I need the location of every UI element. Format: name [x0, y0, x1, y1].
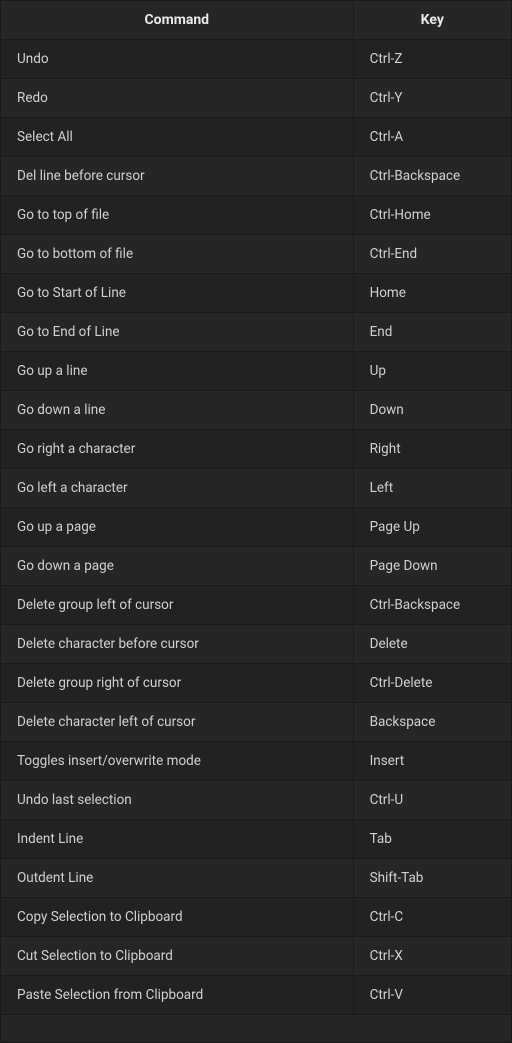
key-cell: Down [353, 391, 511, 430]
key-cell: Page Up [353, 508, 511, 547]
table-header-row: Command Key [1, 1, 512, 40]
command-cell: Indent Line [1, 820, 354, 859]
key-cell: Ctrl-X [353, 937, 511, 976]
table-row: Go down a lineDown [1, 391, 512, 430]
table-row: Go up a lineUp [1, 352, 512, 391]
table-row: Go right a characterRight [1, 430, 512, 469]
table-row: Go up a pagePage Up [1, 508, 512, 547]
table-row: RedoCtrl-Y [1, 79, 512, 118]
command-cell: Select All [1, 118, 354, 157]
command-cell: Go to Start of Line [1, 274, 354, 313]
table-row: Toggles insert/overwrite modeInsert [1, 742, 512, 781]
table-row: Paste Selection from ClipboardCtrl-V [1, 976, 512, 1015]
table-row: Delete group left of cursorCtrl-Backspac… [1, 586, 512, 625]
command-cell: Undo last selection [1, 781, 354, 820]
key-cell: Right [353, 430, 511, 469]
table-row: Delete group right of cursorCtrl-Delete [1, 664, 512, 703]
key-cell: Ctrl-Delete [353, 664, 511, 703]
command-cell: Delete character left of cursor [1, 703, 354, 742]
table-row: Outdent LineShift-Tab [1, 859, 512, 898]
table-row: Copy Selection to ClipboardCtrl-C [1, 898, 512, 937]
header-command: Command [1, 1, 354, 40]
table-row: Indent LineTab [1, 820, 512, 859]
table-row: Go to Start of LineHome [1, 274, 512, 313]
table-footer-row [1, 1015, 512, 1043]
table-row: Delete character before cursorDelete [1, 625, 512, 664]
key-cell: Home [353, 274, 511, 313]
key-cell: Tab [353, 820, 511, 859]
key-cell: Shift-Tab [353, 859, 511, 898]
command-cell: Undo [1, 40, 354, 79]
key-cell: Ctrl-End [353, 235, 511, 274]
command-cell: Del line before cursor [1, 157, 354, 196]
key-cell: Page Down [353, 547, 511, 586]
key-cell: Ctrl-V [353, 976, 511, 1015]
table-row: Go to End of LineEnd [1, 313, 512, 352]
table-row: Del line before cursorCtrl-Backspace [1, 157, 512, 196]
key-cell: Up [353, 352, 511, 391]
table-row: Go to top of fileCtrl-Home [1, 196, 512, 235]
key-cell: Ctrl-U [353, 781, 511, 820]
key-cell: End [353, 313, 511, 352]
shortcut-table: Command Key UndoCtrl-ZRedoCtrl-YSelect A… [0, 0, 512, 1043]
command-cell: Go to End of Line [1, 313, 354, 352]
command-cell: Go up a page [1, 508, 354, 547]
command-cell: Go left a character [1, 469, 354, 508]
command-cell: Delete character before cursor [1, 625, 354, 664]
command-cell: Delete group left of cursor [1, 586, 354, 625]
command-cell: Go right a character [1, 430, 354, 469]
key-cell: Ctrl-C [353, 898, 511, 937]
command-cell: Cut Selection to Clipboard [1, 937, 354, 976]
table-row: Select AllCtrl-A [1, 118, 512, 157]
key-cell: Left [353, 469, 511, 508]
command-cell: Go down a line [1, 391, 354, 430]
command-cell: Go up a line [1, 352, 354, 391]
command-cell: Outdent Line [1, 859, 354, 898]
command-cell: Paste Selection from Clipboard [1, 976, 354, 1015]
command-cell: Delete group right of cursor [1, 664, 354, 703]
key-cell: Ctrl-Home [353, 196, 511, 235]
table-row: Go left a characterLeft [1, 469, 512, 508]
table-row: Delete character left of cursorBackspace [1, 703, 512, 742]
key-cell: Ctrl-Backspace [353, 157, 511, 196]
table-row: Cut Selection to ClipboardCtrl-X [1, 937, 512, 976]
command-cell: Go to bottom of file [1, 235, 354, 274]
key-cell: Delete [353, 625, 511, 664]
key-cell: Insert [353, 742, 511, 781]
key-cell: Ctrl-Y [353, 79, 511, 118]
header-key: Key [353, 1, 511, 40]
key-cell: Backspace [353, 703, 511, 742]
command-cell: Go down a page [1, 547, 354, 586]
key-cell: Ctrl-Z [353, 40, 511, 79]
key-cell: Ctrl-Backspace [353, 586, 511, 625]
table-footer-cell [1, 1015, 512, 1043]
command-cell: Go to top of file [1, 196, 354, 235]
table-row: Go down a pagePage Down [1, 547, 512, 586]
command-cell: Copy Selection to Clipboard [1, 898, 354, 937]
table-row: Undo last selectionCtrl-U [1, 781, 512, 820]
table-row: Go to bottom of fileCtrl-End [1, 235, 512, 274]
command-cell: Redo [1, 79, 354, 118]
command-cell: Toggles insert/overwrite mode [1, 742, 354, 781]
table-row: UndoCtrl-Z [1, 40, 512, 79]
key-cell: Ctrl-A [353, 118, 511, 157]
